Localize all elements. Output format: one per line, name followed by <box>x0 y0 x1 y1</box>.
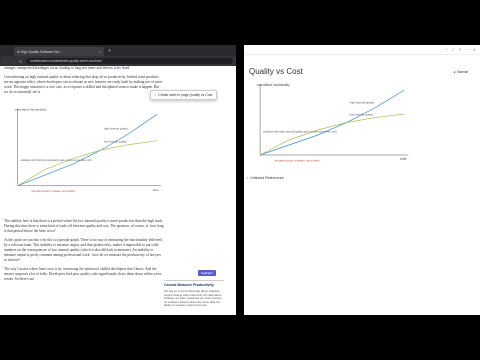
y-axis-label: cumulative functionality <box>257 83 290 87</box>
close-icon[interactable]: ✕ <box>473 48 476 52</box>
x-axis-label: time <box>153 188 159 192</box>
quality-cost-chart: cumulative functionality time high interna… <box>15 107 161 193</box>
annotation-boost: software with high internal quality gets… <box>21 158 92 162</box>
article-paragraph: The way I assess where lines cross is by… <box>4 267 162 281</box>
card-text: We say so much functionality about softw… <box>164 289 222 308</box>
page-title: Quality vs Cost <box>249 67 303 76</box>
forward-icon[interactable]: → <box>11 59 15 64</box>
back-icon[interactable]: ← <box>3 59 7 64</box>
article-chart: cumulative functionality time high interna… <box>4 100 174 210</box>
more-icon[interactable]: ⋯ <box>465 48 469 52</box>
annotation-low: low internal quality <box>104 140 127 144</box>
series-line-1 <box>259 113 405 156</box>
reload-icon[interactable]: ↻ <box>19 59 22 64</box>
card-title: Cannot Measure Productivity <box>164 283 214 287</box>
chevron-right-icon: › <box>247 176 249 180</box>
close-icon[interactable]: × <box>99 49 101 54</box>
new-tab-icon[interactable]: + <box>108 48 111 54</box>
create-label-popup[interactable]: › Create label in page Quality vs Cost <box>150 90 218 100</box>
x-axis-label: time <box>400 157 406 161</box>
highlight-tag[interactable]: Highlight <box>198 270 216 276</box>
annotation-high: high internal quality <box>350 101 375 105</box>
annotation-crossover: the point occurs in weeks, not months <box>275 158 321 162</box>
tab-bar: Is High Quality Software Wo... × + <box>0 45 236 56</box>
quality-cost-chart: cumulative functionality time high interna… <box>257 83 409 162</box>
browser-tab[interactable]: Is High Quality Software Wo... × <box>14 47 104 56</box>
series-line-0 <box>259 89 405 156</box>
article-paragraph: changes, unexpected breakages occur, lea… <box>4 66 130 70</box>
embedded-chart: cumulative functionality time high interna… <box>246 77 422 177</box>
view-mode-icon: ◂ <box>453 70 456 74</box>
tab-title: Is High Quality Software Wo... <box>17 49 63 54</box>
address-input[interactable]: martinfowler.com/articles/is-quality-wor… <box>26 58 233 64</box>
popup-label: Create label in page Quality vs Cost <box>158 93 213 97</box>
article-paragraph: Concentrating on high internal quality i… <box>4 75 162 94</box>
series-line-0 <box>17 114 158 187</box>
view-mode-label: Normal <box>457 70 468 74</box>
annotation-crossover: the point occurs in weeks, not months <box>32 189 76 193</box>
unlinked-references[interactable]: › Unlinked References <box>247 176 284 180</box>
popup-arrow-icon: › <box>155 93 157 97</box>
article-paragraph: The subtlety here is that there is a per… <box>4 219 164 233</box>
edit-icon[interactable]: ✎ <box>458 48 461 52</box>
add-icon[interactable]: + <box>445 48 447 52</box>
series-line-1 <box>17 140 158 187</box>
annotation-boost: software with high internal quality gets… <box>263 129 337 133</box>
article-body: changes, unexpected breakages occur, lea… <box>4 66 229 315</box>
url-bar: ← → ↻ martinfowler.com/articles/is-quali… <box>0 56 236 66</box>
expand-icon[interactable]: ⤢ <box>452 48 455 52</box>
article-paragraph: At this point we run into why this is a … <box>4 238 163 262</box>
note-pane: Quality vs Cost ◂ Normal cumulative func… <box>244 55 480 315</box>
sidebar-note-card: Cannot Measure Productivity We say so mu… <box>164 280 224 315</box>
y-axis-label: cumulative functionality <box>15 107 47 111</box>
annotation-high: high internal quality <box>104 127 128 131</box>
annotation-low: low internal quality <box>350 113 374 117</box>
note-toolbar: + ⤢ ✎ ⋯ ✕ <box>244 45 480 55</box>
section-label: Unlinked References <box>250 176 284 180</box>
view-mode-toggle[interactable]: ◂ Normal <box>453 70 468 74</box>
